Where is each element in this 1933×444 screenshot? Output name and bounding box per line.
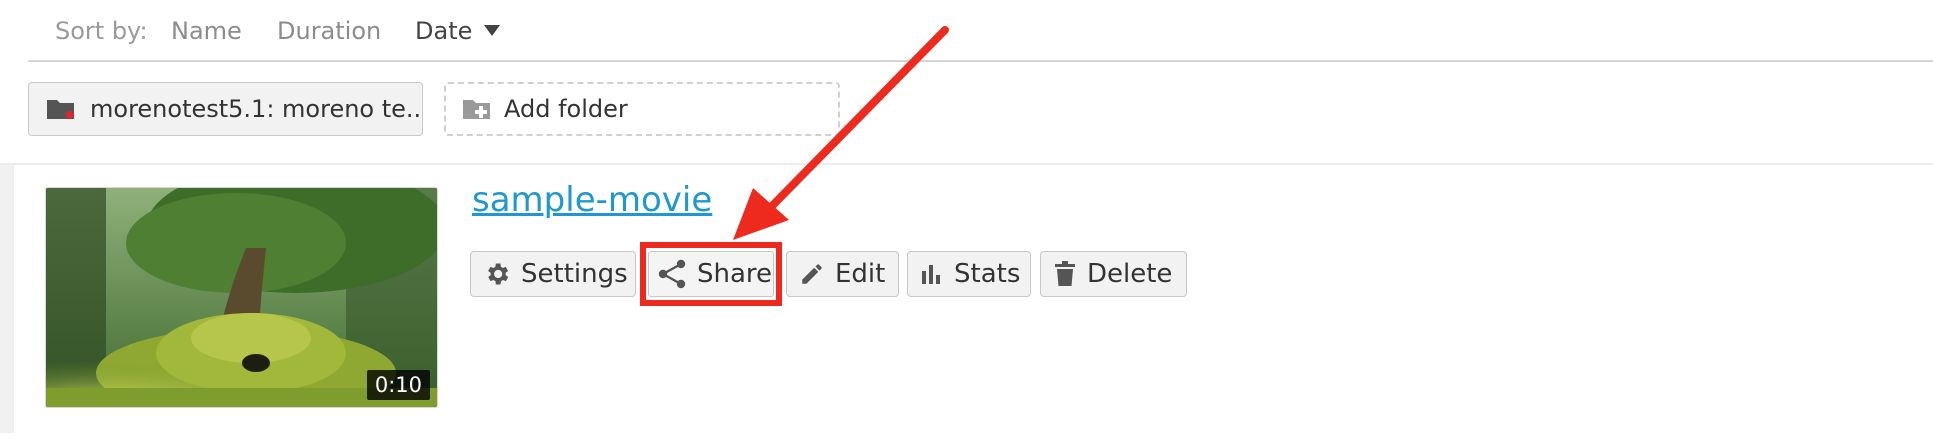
pencil-icon (802, 264, 822, 284)
share-label: Share (697, 259, 773, 289)
edit-button[interactable]: Edit (786, 251, 899, 297)
sort-option-duration[interactable]: Duration (277, 17, 381, 45)
stats-button[interactable]: Stats (907, 251, 1031, 297)
share-icon (658, 259, 686, 289)
video-title-link[interactable]: sample-movie (472, 180, 712, 220)
sort-option-date-label: Date (415, 17, 473, 45)
stats-label: Stats (954, 259, 1021, 289)
folder-plus-icon (462, 97, 492, 121)
folder-name: morenotest5.1: moreno te... (90, 95, 422, 123)
settings-label: Settings (521, 259, 628, 289)
sort-by-label: Sort by: (55, 17, 148, 45)
delete-label: Delete (1087, 259, 1173, 289)
trash-icon (1055, 261, 1075, 286)
sort-option-name[interactable]: Name (171, 17, 242, 45)
list-divider (0, 163, 1933, 165)
bar-chart-icon (922, 265, 940, 284)
delete-button[interactable]: Delete (1040, 251, 1187, 297)
settings-button[interactable]: Settings (470, 251, 636, 297)
add-folder-button[interactable]: Add folder (444, 82, 840, 136)
share-button[interactable]: Share (648, 251, 774, 297)
video-duration: 0:10 (366, 370, 430, 400)
caret-down-icon (484, 25, 501, 36)
sort-bar: Sort by: Name Duration Date (28, 0, 1933, 62)
sort-option-date[interactable]: Date (415, 17, 501, 45)
row-side-strip (0, 165, 14, 433)
edit-label: Edit (835, 259, 886, 289)
folder-icon (46, 97, 76, 121)
video-thumbnail[interactable]: 0:10 (45, 187, 438, 408)
gear-icon (488, 263, 509, 285)
folder-button[interactable]: morenotest5.1: moreno te... (28, 82, 423, 136)
add-folder-label: Add folder (504, 95, 628, 123)
